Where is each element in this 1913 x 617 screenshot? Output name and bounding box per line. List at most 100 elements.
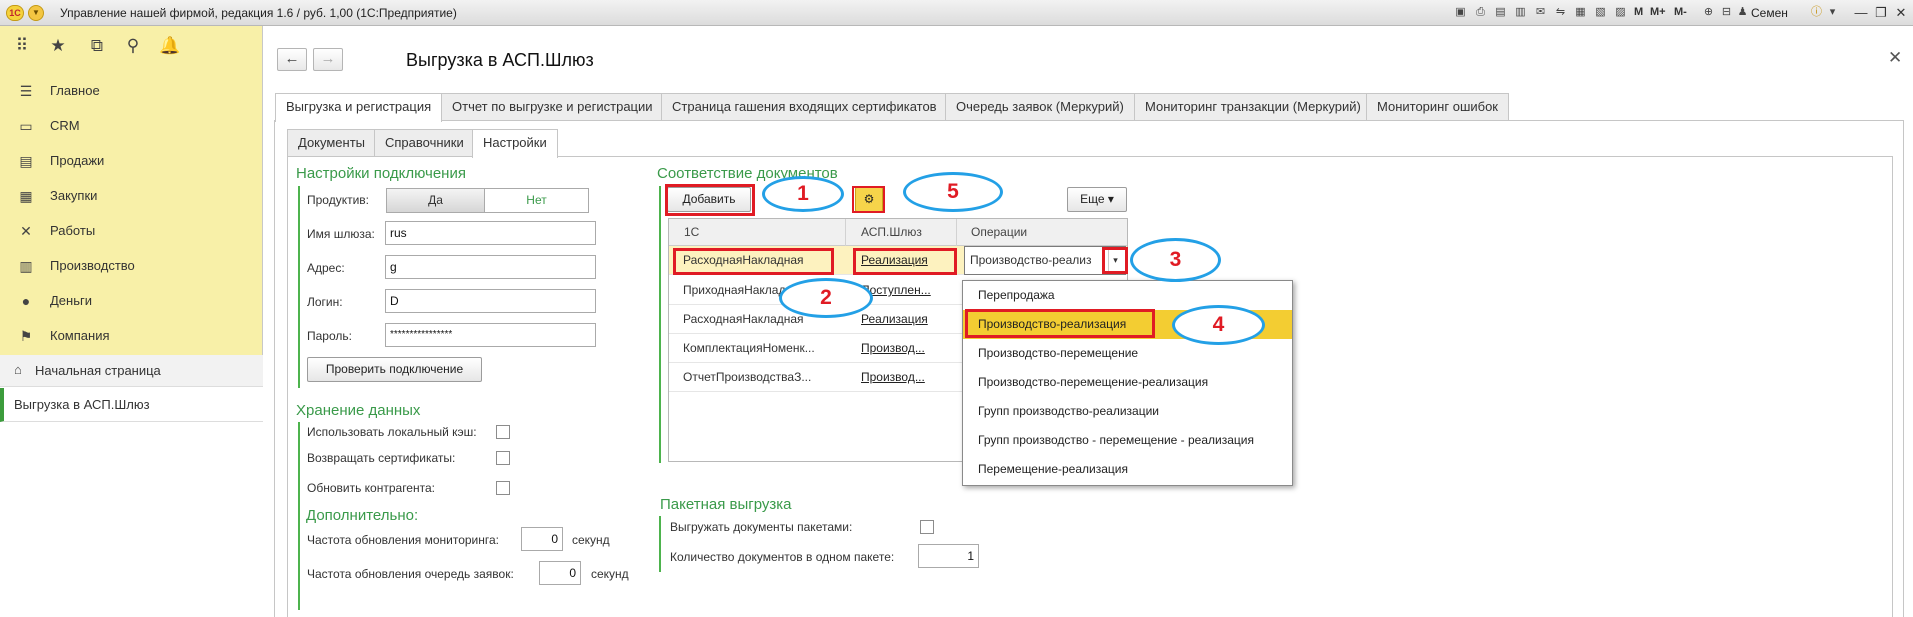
highlight-selected-option bbox=[965, 309, 1155, 338]
return-certs-label: Возвращать сертификаты: bbox=[307, 451, 456, 465]
save-icon[interactable]: ▣ bbox=[1452, 4, 1469, 21]
user-icon[interactable]: ♟ bbox=[1734, 4, 1751, 21]
sidebar-current-window[interactable]: Выгрузка в АСП.Шлюз bbox=[0, 388, 263, 422]
zoom-in-icon[interactable]: ⊕ bbox=[1700, 4, 1717, 21]
address-input[interactable]: g bbox=[385, 255, 596, 279]
batch-count-label: Количество документов в одном пакете: bbox=[670, 550, 895, 564]
zoom-out-icon[interactable]: ⊟ bbox=[1718, 4, 1735, 21]
user-name[interactable]: Семен bbox=[1751, 6, 1788, 20]
option-move-sale[interactable]: Перемещение-реализация bbox=[963, 455, 1292, 484]
sidebar-item-works[interactable]: ✕ Работы bbox=[0, 214, 263, 249]
productive-yes-toggle[interactable]: Да bbox=[386, 188, 485, 213]
subtab-settings[interactable]: Настройки bbox=[472, 129, 558, 158]
bell-icon[interactable]: 🔔 bbox=[159, 35, 181, 57]
additional-header: Дополнительно: bbox=[306, 507, 419, 524]
login-input[interactable]: D bbox=[385, 289, 596, 313]
close-window-icon[interactable]: ✕ bbox=[1892, 4, 1910, 21]
column-header-operations[interactable]: Операции bbox=[963, 219, 1127, 246]
home-icon: ⌂ bbox=[14, 362, 22, 377]
more-button[interactable]: Еще ▾ bbox=[1067, 187, 1127, 212]
page-title: Выгрузка в АСП.Шлюз bbox=[406, 50, 594, 70]
tab-upload-registration[interactable]: Выгрузка и регистрация bbox=[275, 93, 443, 122]
star-icon[interactable]: ★ bbox=[47, 35, 69, 57]
column-header-1c[interactable]: 1С bbox=[676, 219, 846, 246]
tab-request-queue[interactable]: Очередь заявок (Меркурий) bbox=[945, 93, 1135, 120]
monitoring-frequency-label: Частота обновления мониторинга: bbox=[307, 533, 500, 547]
cart-icon: ▦ bbox=[19, 188, 33, 204]
sidebar-item-sales[interactable]: ▤ Продажи bbox=[0, 144, 263, 179]
productive-no-toggle[interactable]: Нет bbox=[484, 188, 589, 213]
return-certs-checkbox[interactable] bbox=[496, 451, 510, 465]
sidebar-item-main[interactable]: ☰ Главное bbox=[0, 74, 263, 109]
option-group-production-sale[interactable]: Групп производство-реализации bbox=[963, 397, 1292, 426]
check-connection-button[interactable]: Проверить подключение bbox=[307, 357, 482, 382]
group-line bbox=[659, 516, 661, 572]
batch-count-input[interactable]: 1 bbox=[918, 544, 979, 568]
option-production-move[interactable]: Производство-перемещение bbox=[963, 339, 1292, 368]
password-label: Пароль: bbox=[307, 329, 352, 343]
highlight-dropdown-chevron bbox=[1102, 247, 1128, 274]
group-line bbox=[298, 422, 300, 610]
close-form-icon[interactable]: ✕ bbox=[1888, 48, 1902, 68]
settings-chevron-icon[interactable]: ▾ bbox=[1824, 4, 1841, 21]
print-icon[interactable]: ⎙ bbox=[1472, 4, 1489, 21]
address-label: Адрес: bbox=[307, 261, 345, 275]
batch-upload-checkbox[interactable] bbox=[920, 520, 934, 534]
tab-transaction-monitoring[interactable]: Мониторинг транзакции (Меркурий) bbox=[1134, 93, 1372, 120]
tab-upload-report[interactable]: Отчет по выгрузке и регистрации bbox=[441, 93, 664, 120]
attach-icon[interactable]: ▥ bbox=[1512, 4, 1529, 21]
highlight-gateway-cell bbox=[853, 248, 957, 275]
annotation-5: 5 bbox=[903, 172, 1003, 212]
crm-icon: ▭ bbox=[19, 118, 33, 134]
preview-icon[interactable]: ▤ bbox=[1492, 4, 1509, 21]
sidebar-item-crm[interactable]: ▭ CRM bbox=[0, 109, 263, 144]
quick-toolbar: ⠿ ★ ⧉ ⚲ 🔔 bbox=[0, 26, 263, 64]
table-icon[interactable]: ▦ bbox=[1572, 4, 1589, 21]
memory-button[interactable]: M bbox=[1634, 6, 1643, 18]
restore-icon[interactable]: ❐ bbox=[1872, 4, 1890, 21]
password-input[interactable]: **************** bbox=[385, 323, 596, 347]
menu-lines-icon: ☰ bbox=[19, 83, 33, 99]
column-header-gateway[interactable]: АСП.Шлюз bbox=[853, 219, 957, 246]
sidebar-home-link[interactable]: ⌂ Начальная страница bbox=[0, 355, 263, 387]
money-icon: ● bbox=[21, 293, 31, 309]
main-menu-chevron-icon[interactable]: ▼ bbox=[28, 5, 44, 21]
calendar-icon[interactable]: ▧ bbox=[1592, 4, 1609, 21]
apps-grid-icon[interactable]: ⠿ bbox=[11, 35, 33, 57]
update-contractor-label: Обновить контрагента: bbox=[307, 481, 435, 495]
search-icon[interactable]: ⚲ bbox=[122, 35, 144, 57]
subtab-documents[interactable]: Документы bbox=[287, 129, 377, 156]
mail-icon[interactable]: ✉ bbox=[1532, 4, 1549, 21]
subtab-directories[interactable]: Справочники bbox=[374, 129, 475, 156]
sidebar-item-production[interactable]: ▥ Производство bbox=[0, 249, 263, 284]
back-button[interactable]: ← bbox=[277, 48, 307, 71]
use-cache-label: Использовать локальный кэш: bbox=[307, 425, 477, 439]
annotation-2: 2 bbox=[779, 278, 873, 318]
use-cache-checkbox[interactable] bbox=[496, 425, 510, 439]
link-icon[interactable]: ⇋ bbox=[1552, 4, 1569, 21]
gateway-input[interactable]: rus bbox=[385, 221, 596, 245]
sidebar-item-company[interactable]: ⚑ Компания bbox=[0, 319, 263, 354]
queue-frequency-input[interactable]: 0 bbox=[539, 561, 581, 585]
monitoring-frequency-input[interactable]: 0 bbox=[521, 527, 563, 551]
option-resale[interactable]: Перепродажа bbox=[963, 281, 1292, 310]
productive-label: Продуктив: bbox=[307, 193, 370, 207]
tab-error-monitoring[interactable]: Мониторинг ошибок bbox=[1366, 93, 1509, 120]
app-title: Управление нашей фирмой, редакция 1.6 / … bbox=[60, 6, 457, 20]
login-label: Логин: bbox=[307, 295, 343, 309]
tab-certificates-page[interactable]: Страница гашения входящих сертификатов bbox=[661, 93, 948, 120]
history-icon[interactable]: ⧉ bbox=[86, 35, 108, 57]
annotation-4: 4 bbox=[1172, 305, 1265, 345]
memory-plus-button[interactable]: M+ bbox=[1650, 6, 1666, 18]
info-icon[interactable]: ⓘ bbox=[1808, 4, 1825, 21]
memory-minus-button[interactable]: M- bbox=[1674, 6, 1687, 18]
sidebar-item-money[interactable]: ● Деньги bbox=[0, 284, 263, 319]
sidebar-item-purchases[interactable]: ▦ Закупки bbox=[0, 179, 263, 214]
calculator-icon[interactable]: ▨ bbox=[1612, 4, 1629, 21]
option-production-move-sale[interactable]: Производство-перемещение-реализация bbox=[963, 368, 1292, 397]
minimize-icon[interactable]: — bbox=[1852, 4, 1870, 21]
update-contractor-checkbox[interactable] bbox=[496, 481, 510, 495]
group-line bbox=[659, 186, 661, 463]
forward-button[interactable]: → bbox=[313, 48, 343, 71]
option-group-production-move-sale[interactable]: Групп производство - перемещение - реали… bbox=[963, 426, 1292, 455]
